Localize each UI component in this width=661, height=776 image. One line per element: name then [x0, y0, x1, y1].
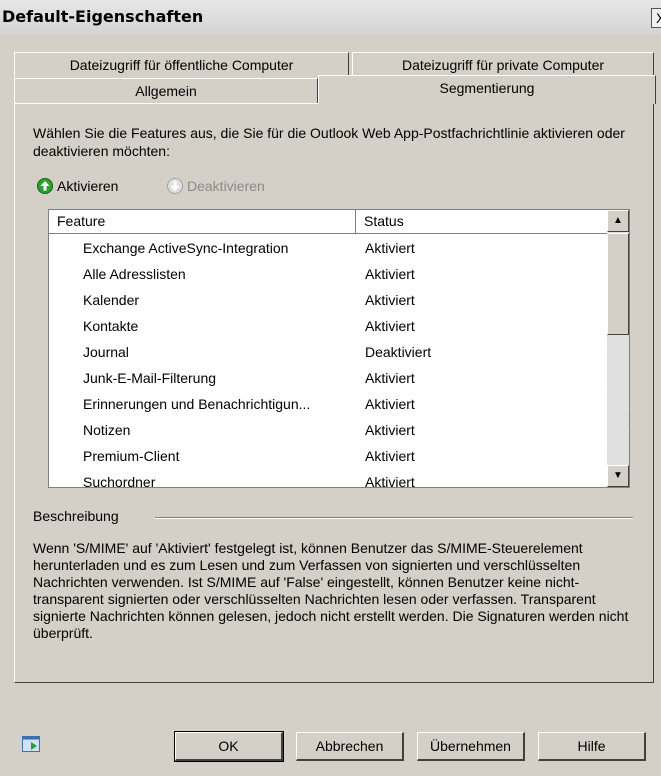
- column-header-status[interactable]: Status: [356, 210, 608, 233]
- feature-name: Suchordner: [83, 474, 156, 488]
- title-bar: Default-Eigenschaften X: [0, 0, 661, 34]
- list-header: Feature Status: [49, 210, 608, 234]
- scroll-thumb[interactable]: [607, 233, 629, 335]
- feature-status: Aktiviert: [365, 370, 415, 386]
- list-item[interactable]: Junk-E-Mail-Filterung Aktiviert: [49, 365, 608, 391]
- feature-status: Aktiviert: [365, 448, 415, 464]
- arrow-down-disabled-icon: [167, 178, 183, 194]
- disable-button[interactable]: Deaktivieren: [167, 176, 265, 196]
- feature-status: Aktiviert: [365, 292, 415, 308]
- list-item[interactable]: Alle Adresslisten Aktiviert: [49, 261, 608, 287]
- disable-label: Deaktivieren: [187, 178, 265, 194]
- feature-status: Aktiviert: [365, 266, 415, 282]
- close-button[interactable]: X: [651, 8, 661, 28]
- ok-button[interactable]: OK: [174, 731, 284, 762]
- list-item[interactable]: Premium-Client Aktiviert: [49, 443, 608, 469]
- description-divider: [155, 517, 633, 519]
- properties-dialog: Default-Eigenschaften X Dateizugriff für…: [0, 0, 661, 776]
- enable-button[interactable]: Aktivieren: [37, 176, 118, 196]
- tab-segmentation[interactable]: Segmentierung: [318, 75, 656, 104]
- feature-status: Aktiviert: [365, 422, 415, 438]
- column-header-feature[interactable]: Feature: [49, 210, 356, 233]
- enable-label: Aktivieren: [57, 178, 119, 194]
- list-item[interactable]: Journal Deaktiviert: [49, 339, 608, 365]
- help-button[interactable]: Hilfe: [538, 732, 646, 761]
- feature-status: Aktiviert: [365, 396, 415, 412]
- feature-status: Deaktiviert: [365, 344, 432, 360]
- feature-status: Aktiviert: [365, 318, 415, 334]
- feature-name: Notizen: [83, 422, 131, 438]
- scroll-down-button[interactable]: ▼: [607, 465, 629, 487]
- window-title: Default-Eigenschaften: [2, 7, 204, 26]
- list-item[interactable]: Exchange ActiveSync-Integration Aktiviert: [49, 235, 608, 261]
- feature-name: Erinnerungen und Benachrichtigun...: [83, 396, 311, 412]
- feature-status: Aktiviert: [365, 474, 415, 488]
- tab-general[interactable]: Allgemein: [14, 78, 318, 103]
- list-item[interactable]: Kontakte Aktiviert: [49, 313, 608, 339]
- feature-name: Alle Adresslisten: [83, 266, 186, 282]
- feature-name: Junk-E-Mail-Filterung: [83, 370, 217, 386]
- list-item[interactable]: Suchordner Aktiviert: [49, 469, 608, 488]
- feature-name: Journal: [83, 344, 129, 360]
- feature-name: Exchange ActiveSync-Integration: [83, 240, 289, 256]
- vertical-scrollbar[interactable]: ▲ ▼: [607, 210, 629, 487]
- feature-name: Kalender: [83, 292, 140, 308]
- cancel-button[interactable]: Abbrechen: [296, 732, 404, 761]
- scroll-up-button[interactable]: ▲: [607, 210, 629, 232]
- list-item[interactable]: Erinnerungen und Benachrichtigun... Aktiv…: [49, 391, 608, 417]
- tab-public-computer-file-access[interactable]: Dateizugriff für öffentliche Computer: [14, 52, 349, 77]
- list-item[interactable]: Notizen Aktiviert: [49, 417, 608, 443]
- intro-text: Wählen Sie die Features aus, die Sie für…: [33, 125, 625, 159]
- description-label: Beschreibung: [33, 508, 119, 524]
- feature-name: Premium-Client: [83, 448, 180, 464]
- feature-name: Kontakte: [83, 318, 139, 334]
- arrow-up-green-icon: [37, 178, 53, 194]
- tab-private-computer-file-access[interactable]: Dateizugriff für private Computer: [352, 52, 654, 77]
- apply-button[interactable]: Übernehmen: [417, 732, 525, 761]
- description-text: Wenn 'S/MIME' auf 'Aktiviert' festgelegt…: [33, 540, 629, 641]
- list-item[interactable]: Kalender Aktiviert: [49, 287, 608, 313]
- help-icon[interactable]: [22, 736, 40, 752]
- feature-list[interactable]: Feature Status Exchange ActiveSync-Integ…: [48, 209, 630, 488]
- feature-status: Aktiviert: [365, 240, 415, 256]
